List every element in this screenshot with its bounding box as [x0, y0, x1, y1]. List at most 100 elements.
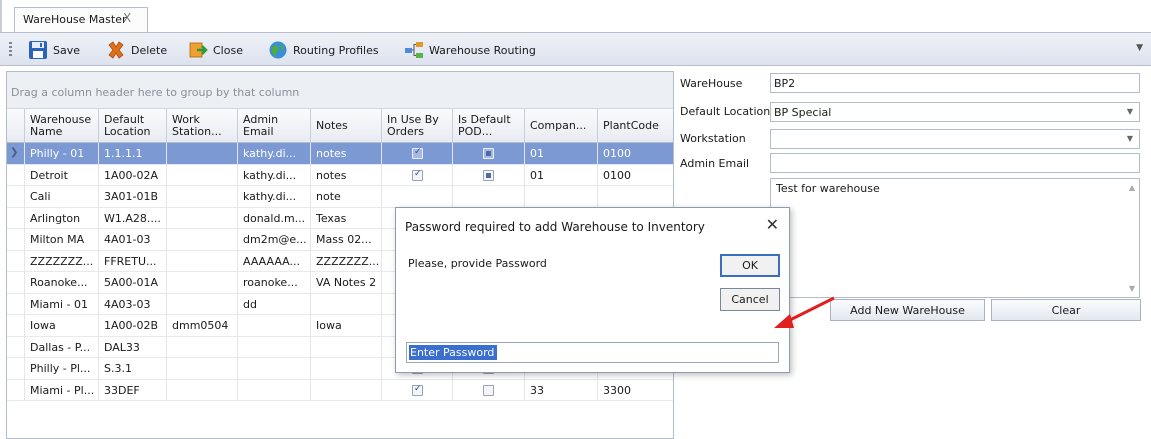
- cell-plant-code[interactable]: 0100: [597, 164, 673, 186]
- row-indicator[interactable]: [7, 229, 24, 250]
- clear-button[interactable]: Clear: [991, 299, 1141, 321]
- cell-default-location[interactable]: 1A00-02B: [98, 315, 166, 336]
- toolbar-grip-icon[interactable]: [9, 42, 12, 58]
- cell-default-location[interactable]: 1A00-02A: [98, 164, 166, 186]
- column-header-admin-email[interactable]: Admin Email: [237, 109, 310, 143]
- table-row[interactable]: Miami - Pl...33DEF 333300: [7, 379, 673, 401]
- chevron-down-icon[interactable]: ▼: [1127, 134, 1133, 143]
- is-default-checkbox[interactable]: [483, 169, 494, 181]
- password-field[interactable]: [406, 342, 779, 363]
- cell-warehouse-name[interactable]: Dallas - P...: [24, 336, 98, 358]
- cell-admin-email[interactable]: [237, 336, 310, 358]
- cell-warehouse-name[interactable]: Philly - 01: [24, 143, 98, 164]
- in-use-checkbox[interactable]: [412, 384, 423, 396]
- cell-default-location[interactable]: FFRETU...: [98, 250, 166, 272]
- row-indicator[interactable]: [7, 358, 24, 379]
- cell-warehouse-name[interactable]: Roanoke...: [24, 272, 98, 293]
- cell-warehouse-name[interactable]: Philly - Pl...: [24, 358, 98, 379]
- cell-warehouse-name[interactable]: Milton MA: [24, 229, 98, 250]
- scroll-down-icon[interactable]: ▼: [1129, 284, 1135, 293]
- password-input[interactable]: [409, 345, 497, 360]
- table-row[interactable]: Detroit1A00-02A kathy.di...notes 010100: [7, 164, 673, 186]
- cell-in-use-by-orders[interactable]: [381, 186, 452, 207]
- cell-company[interactable]: 33: [524, 379, 597, 401]
- row-indicator[interactable]: [7, 337, 24, 358]
- row-indicator[interactable]: [7, 315, 24, 336]
- column-header-work-station[interactable]: Work Station...: [166, 109, 237, 143]
- cell-is-default-pod[interactable]: [452, 379, 524, 401]
- column-header-plant-code[interactable]: PlantCode: [597, 109, 673, 143]
- cell-notes[interactable]: [310, 379, 381, 401]
- row-indicator[interactable]: [7, 294, 24, 315]
- cell-is-default-pod[interactable]: [452, 143, 524, 164]
- cell-default-location[interactable]: 4A01-03: [98, 229, 166, 250]
- cell-notes[interactable]: Mass 02...: [310, 229, 381, 250]
- cell-admin-email[interactable]: [237, 379, 310, 401]
- cell-notes[interactable]: [310, 293, 381, 315]
- group-by-panel[interactable]: Drag a column header here to group by th…: [7, 72, 673, 109]
- cell-default-location[interactable]: 5A00-01A: [98, 272, 166, 293]
- dialog-close-icon[interactable]: ✕: [766, 215, 779, 234]
- cell-work-station[interactable]: [166, 143, 237, 164]
- cell-company[interactable]: 01: [524, 164, 597, 186]
- cell-plant-code[interactable]: 3300: [597, 379, 673, 401]
- in-use-checkbox[interactable]: [412, 169, 423, 181]
- cell-notes[interactable]: VA Notes 2: [310, 272, 381, 293]
- tab-close-icon[interactable]: X: [123, 11, 131, 25]
- cell-admin-email[interactable]: kathy.di...: [237, 164, 310, 186]
- cell-admin-email[interactable]: roanoke...: [237, 272, 310, 293]
- cell-company[interactable]: 01: [524, 143, 597, 164]
- routing-profiles-button[interactable]: Routing Profiles: [268, 39, 379, 61]
- is-default-checkbox[interactable]: [483, 148, 494, 159]
- cell-is-default-pod[interactable]: [452, 186, 524, 207]
- row-indicator[interactable]: [7, 208, 24, 229]
- close-button[interactable]: Close: [188, 39, 243, 61]
- save-button[interactable]: Save: [28, 39, 80, 61]
- cell-warehouse-name[interactable]: Arlington: [24, 207, 98, 229]
- cell-default-location[interactable]: 4A03-03: [98, 293, 166, 315]
- admin-email-input[interactable]: [770, 153, 1140, 173]
- cell-default-location[interactable]: 1.1.1.1: [98, 143, 166, 164]
- warehouse-input[interactable]: BP2: [770, 73, 1140, 93]
- cell-plant-code[interactable]: 0100: [597, 143, 673, 164]
- cell-default-location[interactable]: W1.A28....: [98, 207, 166, 229]
- cell-notes[interactable]: [310, 336, 381, 358]
- add-new-warehouse-button[interactable]: Add New WareHouse: [830, 299, 985, 321]
- cell-work-station[interactable]: [166, 379, 237, 401]
- cell-is-default-pod[interactable]: [452, 164, 524, 186]
- cell-plant-code[interactable]: [597, 186, 673, 207]
- cell-work-station[interactable]: [166, 293, 237, 315]
- cell-notes[interactable]: Iowa: [310, 315, 381, 336]
- cell-notes[interactable]: Texas: [310, 207, 381, 229]
- cell-admin-email[interactable]: [237, 315, 310, 336]
- cell-warehouse-name[interactable]: Miami - 01: [24, 293, 98, 315]
- cell-notes[interactable]: ZZZZZZZ...: [310, 250, 381, 272]
- cell-admin-email[interactable]: donald.m...: [237, 207, 310, 229]
- in-use-checkbox[interactable]: [412, 147, 423, 159]
- cell-admin-email[interactable]: kathy.di...: [237, 186, 310, 207]
- column-header-in-use-by-orders[interactable]: In Use By Orders: [381, 109, 452, 143]
- cell-warehouse-name[interactable]: ZZZZZZZ...: [24, 250, 98, 272]
- cell-warehouse-name[interactable]: Iowa: [24, 315, 98, 336]
- cell-warehouse-name[interactable]: Miami - Pl...: [24, 379, 98, 401]
- table-row[interactable]: ❯Philly - 011.1.1.1 kathy.di...notes 01010…: [7, 143, 673, 165]
- cell-default-location[interactable]: 33DEF: [98, 379, 166, 401]
- cell-notes[interactable]: note: [310, 186, 381, 207]
- cell-work-station[interactable]: [166, 336, 237, 358]
- column-header-is-default-pod[interactable]: Is Default POD...: [452, 109, 524, 143]
- cell-work-station[interactable]: [166, 272, 237, 293]
- cell-work-station[interactable]: [166, 186, 237, 207]
- cell-notes[interactable]: notes: [310, 164, 381, 186]
- cell-in-use-by-orders[interactable]: [381, 143, 452, 164]
- row-indicator[interactable]: [7, 165, 24, 186]
- is-default-checkbox[interactable]: [483, 384, 494, 396]
- column-header-notes[interactable]: Notes: [310, 109, 381, 143]
- warehouse-routing-button[interactable]: Warehouse Routing: [404, 39, 536, 61]
- row-indicator[interactable]: [7, 380, 24, 401]
- cell-admin-email[interactable]: AAAAAA...: [237, 250, 310, 272]
- cell-warehouse-name[interactable]: Detroit: [24, 164, 98, 186]
- cell-admin-email[interactable]: kathy.di...: [237, 143, 310, 164]
- row-indicator[interactable]: [7, 272, 24, 293]
- cell-work-station[interactable]: [166, 207, 237, 229]
- delete-button[interactable]: Delete: [106, 39, 167, 61]
